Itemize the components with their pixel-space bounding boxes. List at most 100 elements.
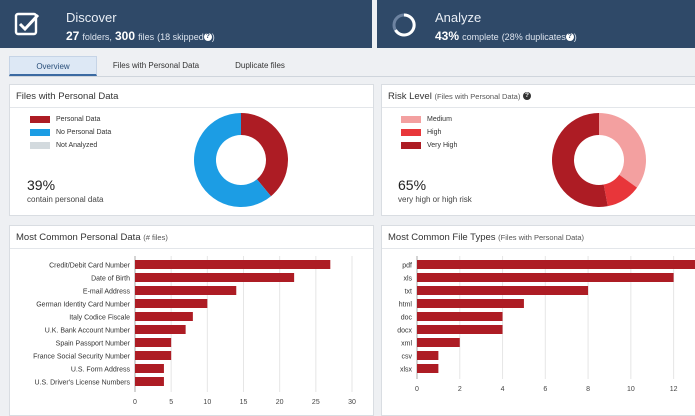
tick-label: 6 [543,386,547,393]
bar-txt[interactable] [417,286,589,295]
panel-title-paren: (Files with Personal Data) [498,233,585,242]
category-label: France Social Security Number [33,354,131,361]
legend-label: Personal Data [56,116,101,123]
discover-header[interactable]: Discover 27 folders, 300 files (18 skipp… [0,0,372,48]
analyze-summary: 43% complete (28% duplicates?) [435,29,577,43]
risk-percent: 65% [398,177,427,193]
folders-label: folders, [82,32,112,42]
tab-files-with-personal-data[interactable]: Files with Personal Data [97,56,215,76]
divider [10,107,373,108]
panel-title-text: Most Common File Types [388,232,496,243]
legend-no-personal-data: No Personal Data [30,129,111,137]
bar-xml[interactable] [417,338,460,347]
category-label: U.S. Driver's License Numbers [35,380,131,387]
legend-swatch [401,116,421,123]
legend-swatch [30,116,50,123]
category-label: html [399,302,413,309]
discover-title: Discover [66,10,117,25]
tick-label: 5 [169,399,173,406]
risk-level-panel: Risk Level (Files with Personal Data) ? … [381,84,695,216]
slice-personal-data[interactable] [241,113,288,197]
category-label: xlsx [400,367,413,374]
bar-u-s-driver-s-license-numbers[interactable] [135,377,164,386]
bar-html[interactable] [417,299,524,308]
analyze-title: Analyze [435,10,482,25]
tick-label: 10 [627,386,635,393]
bar-doc[interactable] [417,312,503,321]
common-file-types-panel: Most Common File Types (Files with Perso… [381,225,695,416]
divider [382,248,695,249]
tick-label: 20 [276,399,284,406]
bar-italy-codice-fiscale[interactable] [135,312,193,321]
legend-swatch [401,129,421,136]
legend-high: High [401,129,441,137]
bar-pdf[interactable] [417,260,695,269]
help-icon[interactable]: ? [203,33,212,42]
legend-medium: Medium [401,116,452,124]
bar-u-k-bank-account-number[interactable] [135,325,186,334]
help-icon[interactable]: ? [522,92,531,101]
legend-label: Very High [427,142,458,149]
bar-spain-passport-number[interactable] [135,338,172,347]
bar-docx[interactable] [417,325,503,334]
panel-title: Files with Personal Data [16,91,119,102]
bar-xlsx[interactable] [417,364,439,373]
folder-count: 27 [66,29,80,43]
tab-bar: Overview Files with Personal Data Duplic… [9,56,695,77]
category-label: U.K. Bank Account Number [45,328,131,335]
checklist-icon [14,12,40,36]
bar-u-s-form-address[interactable] [135,364,164,373]
duplicates-label: (28% duplicates [501,32,566,42]
bar-credit-debit-card-number[interactable] [135,260,331,269]
legend-label: No Personal Data [56,129,112,136]
complete-label: complete [462,32,499,42]
tick-label: 8 [586,386,590,393]
category-label: pdf [402,263,412,270]
risk-caption: very high or high risk [398,195,472,204]
legend-not-analyzed: Not Analyzed [30,142,97,150]
bar-xls[interactable] [417,273,674,282]
category-label: German Identity Card Number [36,302,130,309]
bar-german-identity-card-number[interactable] [135,299,208,308]
category-label: csv [402,354,413,361]
bar-csv[interactable] [417,351,439,360]
tab-overview[interactable]: Overview [9,56,97,76]
panel-title-text: Risk Level [388,91,432,102]
category-label: E-mail Address [83,289,131,296]
legend-personal-data: Personal Data [30,116,100,124]
personal-data-donut [193,113,288,207]
personal-data-panel: Files with Personal Data Personal Data N… [9,84,374,216]
bar-date-of-birth[interactable] [135,273,295,282]
tab-duplicate-files[interactable]: Duplicate files [215,56,305,76]
risk-level-donut [552,113,646,207]
files-label: files [138,32,155,42]
tick-label: 25 [312,399,320,406]
category-label: txt [405,289,412,296]
panel-title-paren: (# files) [143,233,168,242]
file-count: 300 [115,29,136,43]
personal-percent: 39% [27,177,56,193]
legend-label: Medium [427,116,452,123]
tick-label: 10 [203,399,211,406]
legend-swatch [30,129,50,136]
skipped-label: (18 skipped [157,32,204,42]
bar-france-social-security-number[interactable] [135,351,172,360]
tick-label: 0 [415,386,419,393]
help-icon[interactable]: ? [565,33,574,42]
slice-medium[interactable] [599,113,646,188]
bar-e-mail-address[interactable] [135,286,237,295]
panel-title: Most Common File Types (Files with Perso… [388,232,584,243]
tick-label: 30 [348,399,356,406]
panel-title-text: Most Common Personal Data [16,232,141,243]
panel-title-paren: (Files with Personal Data) [434,92,521,101]
common-personal-data-panel: Most Common Personal Data (# files) Cred… [9,225,374,416]
category-label: docx [397,328,412,335]
divider [382,107,695,108]
category-label: doc [401,315,413,322]
tick-label: 12 [670,386,678,393]
tick-label: 2 [458,386,462,393]
analyze-header[interactable]: Analyze 43% complete (28% duplicates?) [377,0,695,48]
legend-very-high: Very High [401,142,457,150]
panel-title: Risk Level (Files with Personal Data) ? [388,91,531,102]
category-label: U.S. Form Address [71,367,131,374]
